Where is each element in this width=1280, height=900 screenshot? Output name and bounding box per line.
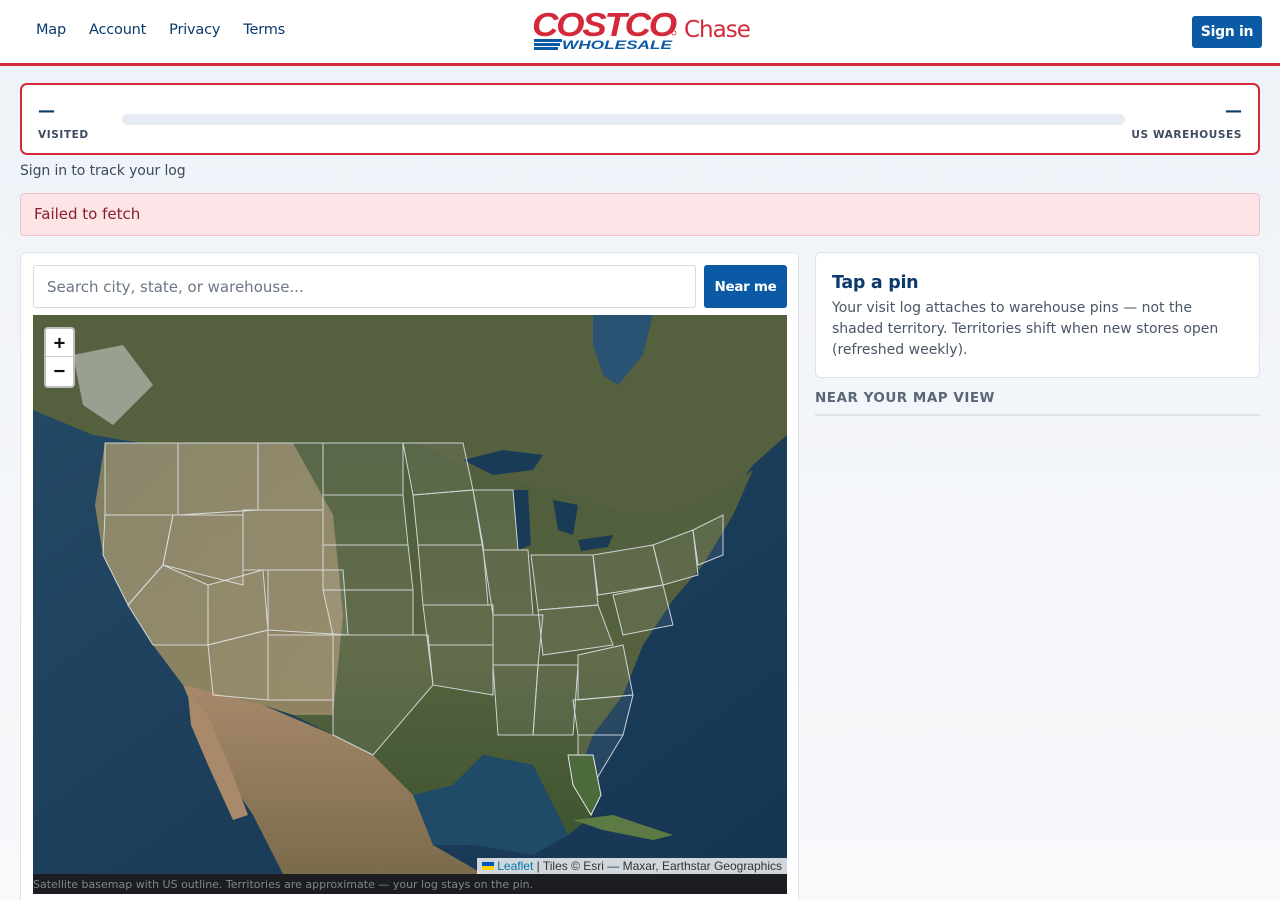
- map-panel: Near me: [20, 252, 799, 900]
- zoom-out-button[interactable]: −: [46, 357, 73, 385]
- tiles-credit: | Tiles © Esri — Maxar, Earthstar Geogra…: [536, 859, 782, 873]
- top-header: Map Account Privacy Terms COSTCO WHOLESA…: [0, 0, 1280, 66]
- zoom-in-button[interactable]: +: [46, 329, 73, 357]
- satellite-map[interactable]: + − Leaflet | Tiles © Esri — Maxar, Eart…: [33, 315, 787, 874]
- costco-chase-logo[interactable]: COSTCO WHOLESALE Chase: [532, 10, 752, 54]
- visit-progress-card: — VISITED — US WAREHOUSES: [20, 83, 1260, 155]
- wholesale-wordmark: WHOLESALE: [562, 40, 672, 52]
- map-attribution: Leaflet | Tiles © Esri — Maxar, Earthsta…: [477, 858, 787, 874]
- warehouse-label: US WAREHOUSES: [1131, 129, 1242, 141]
- visited-count: —: [38, 101, 55, 121]
- chase-wordmark: Chase: [684, 17, 750, 43]
- zoom-control: + −: [44, 327, 75, 388]
- costco-wordmark: COSTCO: [532, 10, 678, 43]
- map-basemap: [33, 315, 787, 874]
- visited-label: VISITED: [38, 129, 89, 141]
- leaflet-link[interactable]: Leaflet: [497, 859, 533, 873]
- sign-in-hint: Sign in to track your log: [20, 163, 186, 179]
- nav-terms-link[interactable]: Terms: [243, 22, 285, 38]
- near-map-view-heading: NEAR YOUR MAP VIEW: [815, 390, 1260, 416]
- warehouse-count: —: [1225, 101, 1242, 121]
- nav-account-link[interactable]: Account: [89, 22, 146, 38]
- main-nav: Map Account Privacy Terms: [36, 22, 285, 38]
- error-banner: Failed to fetch: [20, 193, 1260, 236]
- near-me-button[interactable]: Near me: [704, 265, 787, 308]
- ukraine-flag-icon: [482, 862, 495, 870]
- header-sign-in-button[interactable]: Sign in: [1192, 16, 1262, 48]
- info-title: Tap a pin: [832, 273, 919, 293]
- visited-stat: — VISITED: [38, 101, 89, 141]
- nav-map-link[interactable]: Map: [36, 22, 66, 38]
- tap-a-pin-card: Tap a pin Your visit log attaches to war…: [815, 252, 1260, 378]
- nav-privacy-link[interactable]: Privacy: [169, 22, 220, 38]
- search-input[interactable]: [33, 265, 696, 308]
- info-body: Your visit log attaches to warehouse pin…: [832, 300, 1219, 358]
- visit-progress-bar: [122, 114, 1125, 125]
- warehouse-total-stat: — US WAREHOUSES: [1131, 101, 1242, 141]
- map-caption: Satellite basemap with US outline. Terri…: [33, 874, 787, 894]
